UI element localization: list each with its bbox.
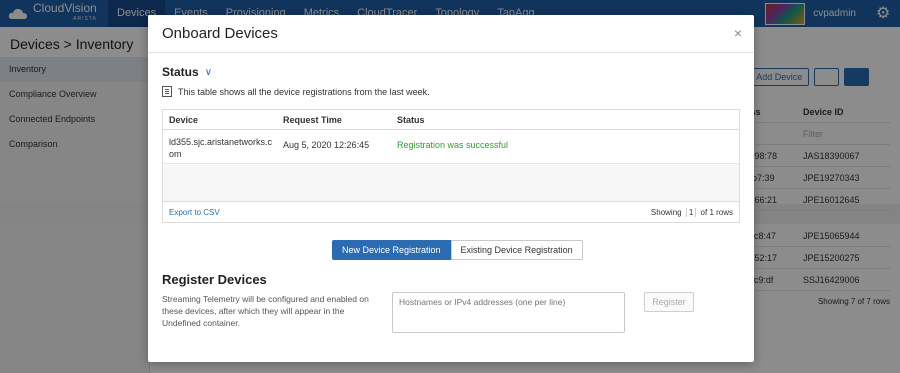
registration-tabs: New Device Registration Existing Device …	[332, 240, 583, 260]
page-number[interactable]: 1	[685, 207, 697, 217]
table-footer: Export to CSV Showing 1 of 1 rows	[163, 202, 739, 222]
header-request-time[interactable]: Request Time	[277, 110, 391, 129]
modal-header: Onboard Devices ×	[148, 15, 754, 53]
hostnames-input[interactable]	[392, 292, 625, 333]
header-status[interactable]: Status	[391, 110, 739, 129]
registration-table: Device Request Time Status ld355.sjc.ari…	[162, 109, 740, 223]
table-empty-area	[163, 164, 739, 202]
pager: Showing 1 of 1 rows	[650, 207, 733, 217]
table-row[interactable]: ld355.sjc.aristanetworks.com Aug 5, 2020…	[163, 130, 739, 164]
modal-title: Onboard Devices	[162, 25, 278, 42]
tab-existing-device-registration[interactable]: Existing Device Registration	[450, 240, 583, 260]
table-header: Device Request Time Status	[163, 110, 739, 130]
tab-new-device-registration[interactable]: New Device Registration	[332, 240, 451, 260]
close-icon[interactable]: ×	[734, 25, 742, 41]
status-heading: Status	[162, 65, 199, 79]
cell-request-time: Aug 5, 2020 12:26:45	[283, 140, 370, 150]
register-devices-heading: Register Devices	[162, 272, 267, 287]
header-device[interactable]: Device	[163, 110, 277, 129]
cell-status: Registration was successful	[397, 140, 509, 150]
export-csv-link[interactable]: Export to CSV	[169, 208, 220, 217]
status-toggle[interactable]: Status ∨	[162, 65, 212, 79]
info-line: This table shows all the device registra…	[162, 86, 430, 97]
register-button[interactable]: Register	[644, 292, 694, 312]
cell-device: ld355.sjc.aristanetworks.com	[169, 137, 273, 159]
onboard-devices-modal: Onboard Devices × Status ∨ This table sh…	[148, 15, 754, 362]
document-icon	[162, 86, 172, 97]
register-description: Streaming Telemetry will be configured a…	[162, 294, 369, 328]
info-text: This table shows all the device registra…	[178, 86, 430, 97]
chevron-down-icon: ∨	[204, 66, 213, 78]
